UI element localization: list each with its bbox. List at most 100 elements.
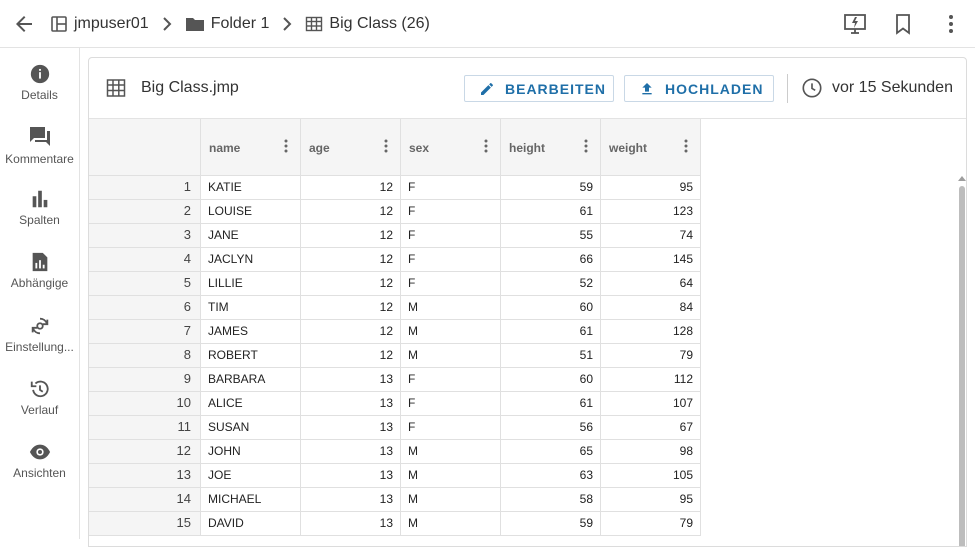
- presentation-icon[interactable]: [843, 12, 867, 36]
- cell-sex[interactable]: F: [401, 272, 501, 296]
- cell-age[interactable]: 13: [301, 440, 401, 464]
- cell-weight[interactable]: 84: [601, 296, 701, 320]
- cell-weight[interactable]: 74: [601, 224, 701, 248]
- column-header-weight[interactable]: weight: [601, 119, 701, 176]
- edit-button[interactable]: BEARBEITEN: [464, 75, 614, 102]
- more-vert-icon[interactable]: [939, 12, 963, 36]
- column-menu-icon[interactable]: [384, 139, 388, 153]
- cell-age[interactable]: 13: [301, 416, 401, 440]
- cell-name[interactable]: SUSAN: [201, 416, 301, 440]
- cell-name[interactable]: ROBERT: [201, 344, 301, 368]
- row-number[interactable]: 2: [89, 200, 201, 224]
- cell-name[interactable]: JANE: [201, 224, 301, 248]
- cell-sex[interactable]: F: [401, 392, 501, 416]
- cell-height[interactable]: 65: [501, 440, 601, 464]
- cell-age[interactable]: 13: [301, 464, 401, 488]
- cell-name[interactable]: KATIE: [201, 176, 301, 200]
- row-number[interactable]: 5: [89, 272, 201, 296]
- row-number[interactable]: 14: [89, 488, 201, 512]
- cell-sex[interactable]: M: [401, 440, 501, 464]
- back-arrow-icon[interactable]: [12, 12, 36, 36]
- cell-height[interactable]: 52: [501, 272, 601, 296]
- cell-age[interactable]: 12: [301, 176, 401, 200]
- cell-weight[interactable]: 95: [601, 488, 701, 512]
- cell-weight[interactable]: 128: [601, 320, 701, 344]
- cell-age[interactable]: 13: [301, 512, 401, 536]
- cell-height[interactable]: 66: [501, 248, 601, 272]
- cell-name[interactable]: ALICE: [201, 392, 301, 416]
- cell-age[interactable]: 12: [301, 296, 401, 320]
- row-number[interactable]: 11: [89, 416, 201, 440]
- cell-weight[interactable]: 112: [601, 368, 701, 392]
- cell-weight[interactable]: 145: [601, 248, 701, 272]
- column-header-height[interactable]: height: [501, 119, 601, 176]
- row-number[interactable]: 3: [89, 224, 201, 248]
- cell-age[interactable]: 12: [301, 320, 401, 344]
- cell-sex[interactable]: F: [401, 200, 501, 224]
- cell-name[interactable]: JOE: [201, 464, 301, 488]
- cell-height[interactable]: 61: [501, 320, 601, 344]
- cell-weight[interactable]: 95: [601, 176, 701, 200]
- cell-age[interactable]: 12: [301, 248, 401, 272]
- upload-button[interactable]: HOCHLADEN: [624, 75, 774, 102]
- cell-age[interactable]: 12: [301, 344, 401, 368]
- cell-name[interactable]: DAVID: [201, 512, 301, 536]
- column-header-age[interactable]: age: [301, 119, 401, 176]
- cell-weight[interactable]: 98: [601, 440, 701, 464]
- cell-height[interactable]: 61: [501, 392, 601, 416]
- cell-sex[interactable]: M: [401, 464, 501, 488]
- sidebar-item-settings[interactable]: Einstellung...: [0, 315, 79, 371]
- cell-name[interactable]: BARBARA: [201, 368, 301, 392]
- cell-sex[interactable]: F: [401, 176, 501, 200]
- cell-height[interactable]: 61: [501, 200, 601, 224]
- breadcrumb-item-table[interactable]: Big Class (26): [305, 15, 430, 33]
- cell-name[interactable]: LILLIE: [201, 272, 301, 296]
- cell-name[interactable]: JAMES: [201, 320, 301, 344]
- column-header-name[interactable]: name: [201, 119, 301, 176]
- cell-name[interactable]: TIM: [201, 296, 301, 320]
- sidebar-item-columns[interactable]: Spalten: [0, 188, 79, 244]
- cell-age[interactable]: 13: [301, 392, 401, 416]
- breadcrumb-item-folder[interactable]: Folder 1: [185, 15, 269, 33]
- cell-age[interactable]: 12: [301, 224, 401, 248]
- cell-weight[interactable]: 79: [601, 512, 701, 536]
- cell-weight[interactable]: 107: [601, 392, 701, 416]
- cell-sex[interactable]: F: [401, 416, 501, 440]
- cell-height[interactable]: 58: [501, 488, 601, 512]
- breadcrumb-item-workspace[interactable]: jmpuser01: [50, 15, 149, 33]
- cell-height[interactable]: 63: [501, 464, 601, 488]
- cell-sex[interactable]: M: [401, 488, 501, 512]
- sidebar-item-views[interactable]: Ansichten: [0, 441, 79, 497]
- cell-height[interactable]: 59: [501, 512, 601, 536]
- cell-sex[interactable]: M: [401, 320, 501, 344]
- cell-sex[interactable]: M: [401, 512, 501, 536]
- row-number[interactable]: 8: [89, 344, 201, 368]
- cell-weight[interactable]: 79: [601, 344, 701, 368]
- cell-age[interactable]: 12: [301, 200, 401, 224]
- row-number[interactable]: 10: [89, 392, 201, 416]
- cell-height[interactable]: 55: [501, 224, 601, 248]
- row-number[interactable]: 4: [89, 248, 201, 272]
- sidebar-item-dependents[interactable]: Abhängige: [0, 251, 79, 307]
- cell-name[interactable]: MICHAEL: [201, 488, 301, 512]
- cell-age[interactable]: 13: [301, 488, 401, 512]
- row-number[interactable]: 15: [89, 512, 201, 536]
- cell-weight[interactable]: 105: [601, 464, 701, 488]
- cell-height[interactable]: 51: [501, 344, 601, 368]
- scroll-up-arrow-icon[interactable]: [958, 176, 966, 181]
- cell-weight[interactable]: 67: [601, 416, 701, 440]
- cell-name[interactable]: JACLYN: [201, 248, 301, 272]
- bookmark-icon[interactable]: [891, 12, 915, 36]
- cell-height[interactable]: 60: [501, 296, 601, 320]
- row-number[interactable]: 9: [89, 368, 201, 392]
- row-number[interactable]: 13: [89, 464, 201, 488]
- cell-height[interactable]: 56: [501, 416, 601, 440]
- row-number[interactable]: 1: [89, 176, 201, 200]
- column-menu-icon[interactable]: [484, 139, 488, 153]
- column-header-sex[interactable]: sex: [401, 119, 501, 176]
- cell-name[interactable]: JOHN: [201, 440, 301, 464]
- cell-height[interactable]: 59: [501, 176, 601, 200]
- column-menu-icon[interactable]: [284, 139, 288, 153]
- row-number[interactable]: 7: [89, 320, 201, 344]
- column-menu-icon[interactable]: [584, 139, 588, 153]
